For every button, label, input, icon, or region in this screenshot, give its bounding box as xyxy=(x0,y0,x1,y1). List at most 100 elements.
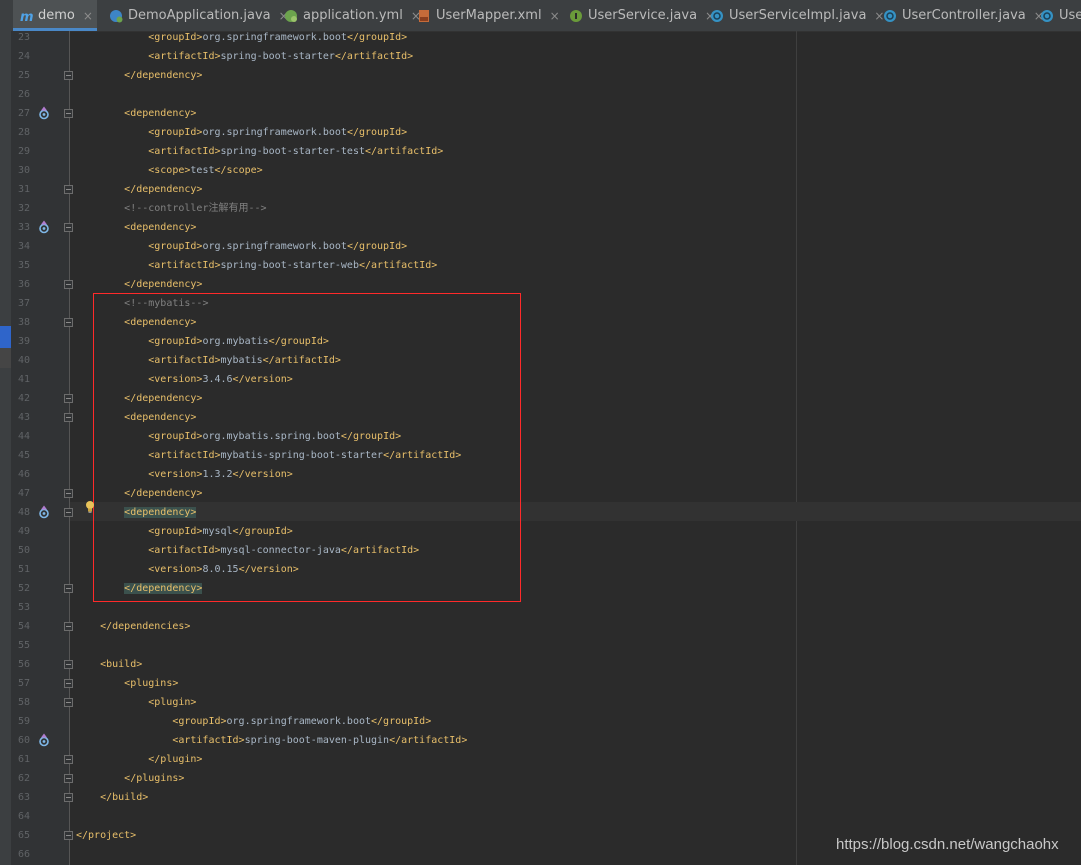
code-line: </project> xyxy=(76,830,137,841)
left-strip-marker xyxy=(0,326,11,348)
code-line: <artifactId>spring-boot-maven-plugin</ar… xyxy=(172,735,468,746)
line-number: 62 xyxy=(17,773,30,784)
code-line: <dependency> xyxy=(124,108,197,119)
fold-toggle-icon[interactable] xyxy=(64,679,73,688)
line-number: 26 xyxy=(17,89,30,100)
editor-tab-label: UserMapper.xml xyxy=(436,8,542,23)
code-line: <groupId>org.springframework.boot</group… xyxy=(148,32,408,43)
line-number: 27 xyxy=(17,108,30,119)
line-number: 40 xyxy=(17,355,30,366)
maven-dependency-gutter-icon[interactable] xyxy=(38,733,50,747)
editor-tab[interactable]: User xyxy=(1034,0,1081,31)
editor-tab[interactable]: DemoApplication.java × xyxy=(103,0,289,31)
tab-close-icon[interactable]: × xyxy=(83,9,93,23)
code-line: <!--controller注解有用--> xyxy=(124,203,267,214)
left-strip-marker-secondary xyxy=(0,348,11,368)
line-number: 53 xyxy=(17,602,30,613)
line-number: 39 xyxy=(17,336,30,347)
line-number: 41 xyxy=(17,374,30,385)
code-line: <plugin> xyxy=(148,697,197,708)
fold-toggle-icon[interactable] xyxy=(64,831,73,840)
fold-toggle-icon[interactable] xyxy=(64,280,73,289)
spring-yml-icon xyxy=(284,9,298,23)
code-line: <groupId>org.springframework.boot</group… xyxy=(148,241,408,252)
code-line: <scope>test</scope> xyxy=(148,165,263,176)
maven-dependency-gutter-icon[interactable] xyxy=(38,106,50,120)
maven-dependency-gutter-icon[interactable] xyxy=(38,505,50,519)
line-number: 47 xyxy=(17,488,30,499)
line-number: 28 xyxy=(17,127,30,138)
line-number: 44 xyxy=(17,431,30,442)
fold-toggle-icon[interactable] xyxy=(64,584,73,593)
line-number: 51 xyxy=(17,564,30,575)
line-number: 56 xyxy=(17,659,30,670)
line-number: 66 xyxy=(17,849,30,860)
editor-tab-label: User xyxy=(1059,8,1081,23)
line-number: 48 xyxy=(17,507,30,518)
code-line: </plugin> xyxy=(148,754,203,765)
fold-toggle-icon[interactable] xyxy=(64,394,73,403)
line-number: 23 xyxy=(17,32,30,43)
line-number: 63 xyxy=(17,792,30,803)
fold-toggle-icon[interactable] xyxy=(64,508,73,517)
line-number: 64 xyxy=(17,811,30,822)
editor-tab[interactable]: UserController.java × xyxy=(877,0,1044,31)
maven-dependency-gutter-icon[interactable] xyxy=(38,220,50,234)
fold-toggle-icon[interactable] xyxy=(64,489,73,498)
fold-toggle-icon[interactable] xyxy=(64,318,73,327)
line-number: 24 xyxy=(17,51,30,62)
code-line: </plugins> xyxy=(124,773,185,784)
editor-tab[interactable]: m demo × xyxy=(13,0,97,31)
intention-lightbulb-icon[interactable] xyxy=(84,500,96,514)
line-number: 49 xyxy=(17,526,30,537)
editor-tab-label: application.yml xyxy=(303,8,403,23)
code-line: </dependency> xyxy=(124,70,203,81)
line-number: 43 xyxy=(17,412,30,423)
code-line: <dependency> xyxy=(124,222,197,233)
editor-tab[interactable]: UserServiceImpl.java × xyxy=(704,0,884,31)
code-line: </build> xyxy=(100,792,149,803)
fold-toggle-icon[interactable] xyxy=(64,185,73,194)
line-number: 58 xyxy=(17,697,30,708)
line-number: 32 xyxy=(17,203,30,214)
editor-tab-label: demo xyxy=(38,8,75,23)
line-number: 46 xyxy=(17,469,30,480)
code-line: </dependencies> xyxy=(100,621,191,632)
fold-toggle-icon[interactable] xyxy=(64,660,73,669)
editor-tab[interactable]: UserMapper.xml × xyxy=(411,0,560,31)
editor-tab[interactable]: application.yml × xyxy=(278,0,421,31)
fold-toggle-icon[interactable] xyxy=(64,774,73,783)
code-line: <plugins> xyxy=(124,678,179,689)
fold-toggle-icon[interactable] xyxy=(64,793,73,802)
fold-toggle-icon[interactable] xyxy=(64,622,73,631)
fold-toggle-icon[interactable] xyxy=(64,109,73,118)
tab-close-icon[interactable]: × xyxy=(550,9,560,23)
fold-toggle-icon[interactable] xyxy=(64,413,73,422)
fold-toggle-icon[interactable] xyxy=(64,698,73,707)
spring-boot-class-icon xyxy=(109,9,123,23)
code-line: <artifactId>spring-boot-starter-web</art… xyxy=(148,260,438,271)
line-number: 36 xyxy=(17,279,30,290)
line-number: 30 xyxy=(17,165,30,176)
line-number: 33 xyxy=(17,222,30,233)
line-number: 42 xyxy=(17,393,30,404)
line-number: 29 xyxy=(17,146,30,157)
fold-toggle-icon[interactable] xyxy=(64,223,73,232)
line-number: 60 xyxy=(17,735,30,746)
code-line: <artifactId>spring-boot-starter</artifac… xyxy=(148,51,414,62)
xml-file-icon xyxy=(417,9,431,23)
fold-toggle-icon[interactable] xyxy=(64,755,73,764)
line-number: 50 xyxy=(17,545,30,556)
line-number: 65 xyxy=(17,830,30,841)
editor-tab[interactable]: UserService.java × xyxy=(563,0,715,31)
line-number: 59 xyxy=(17,716,30,727)
editor-tab-label: UserController.java xyxy=(902,8,1026,23)
code-line: <build> xyxy=(100,659,143,670)
maven-m-icon: m xyxy=(19,9,33,23)
interface-icon xyxy=(569,9,583,23)
line-number: 54 xyxy=(17,621,30,632)
watermark-url: https://blog.csdn.net/wangchaohx xyxy=(836,836,1059,853)
fold-toggle-icon[interactable] xyxy=(64,71,73,80)
line-number: 57 xyxy=(17,678,30,689)
code-line: </dependency> xyxy=(124,279,203,290)
